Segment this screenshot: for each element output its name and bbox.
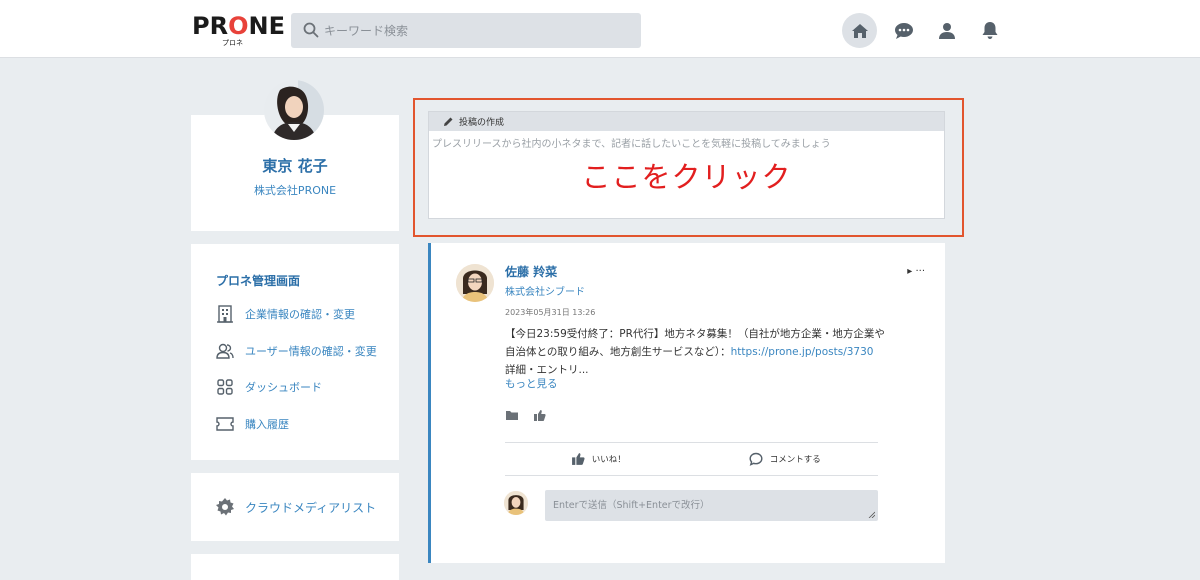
messages-button[interactable] xyxy=(886,13,921,48)
menu-item-dashboard[interactable]: ダッシュボード xyxy=(215,376,322,398)
avatar-image xyxy=(264,80,324,140)
post-author-company[interactable]: 株式会社シブード xyxy=(505,283,585,298)
profile-button[interactable] xyxy=(929,13,964,48)
post-more-menu[interactable]: ▸ ··· xyxy=(907,266,925,277)
cloud-media-list-card[interactable]: クラウドメディアリスト xyxy=(191,473,399,541)
post-author-avatar[interactable] xyxy=(456,264,494,302)
folder-icon[interactable] xyxy=(505,409,519,421)
users-icon xyxy=(215,341,235,361)
comment-input[interactable] xyxy=(545,490,878,521)
dashboard-icon xyxy=(215,377,235,397)
home-icon xyxy=(851,23,868,38)
divider xyxy=(505,475,878,476)
comment-button[interactable]: コメントする xyxy=(692,443,879,475)
post-body-line: 【今日23:59受付終了：PR代行】地方ネタ募集！（自社が地方企業・地方企業や xyxy=(505,328,885,340)
logo-subtext: プロネ xyxy=(222,39,243,47)
menu-item-label: 企業情報の確認・変更 xyxy=(245,308,355,321)
feed-post: 佐藤 羚菜 株式会社シブード ▸ ··· 2023年05月31日 13:26 【… xyxy=(428,243,945,563)
compose-header: 投稿の作成 xyxy=(429,112,944,131)
thumbs-up-icon[interactable] xyxy=(533,409,546,422)
like-button[interactable]: いいね！ xyxy=(505,443,692,475)
ticket-icon xyxy=(215,414,235,434)
profile-avatar[interactable] xyxy=(264,80,324,140)
pencil-icon xyxy=(444,117,453,126)
compose-header-label: 投稿の作成 xyxy=(459,118,505,128)
menu-item-label: ダッシュボード xyxy=(245,381,322,394)
search-bar[interactable] xyxy=(291,13,641,48)
post-date: 2023年05月31日 13:26 xyxy=(505,308,596,317)
admin-menu-card: プロネ管理画面 企業情報の確認・変更 ユーザー情報の確認・変更 ダッシュボード … xyxy=(191,244,399,460)
menu-item-purchase-history[interactable]: 購入履歴 xyxy=(215,413,289,435)
notifications-button[interactable] xyxy=(972,13,1007,48)
search-input[interactable] xyxy=(324,21,624,41)
menu-item-company-info[interactable]: 企業情報の確認・変更 xyxy=(215,303,355,325)
profile-name[interactable]: 東京 花子 xyxy=(191,155,399,176)
post-link[interactable]: https://prone.jp/posts/3730 xyxy=(731,346,874,358)
post-reaction-icons xyxy=(505,409,546,422)
post-body-line: 詳細・エントリ... xyxy=(505,364,589,376)
user-icon xyxy=(938,22,955,39)
avatar-image xyxy=(456,264,494,302)
admin-menu-title: プロネ管理画面 xyxy=(216,274,301,288)
menu-item-user-info[interactable]: ユーザー情報の確認・変更 xyxy=(215,340,377,362)
search-icon xyxy=(303,22,319,38)
profile-company[interactable]: 株式会社PRONE xyxy=(191,182,399,198)
comment-icon xyxy=(749,452,763,466)
building-icon xyxy=(215,304,235,324)
gear-icon xyxy=(215,497,235,517)
post-actions: いいね！ コメントする xyxy=(505,443,878,475)
bell-icon xyxy=(982,22,997,39)
avatar-image xyxy=(504,491,528,515)
menu-item-label: ユーザー情報の確認・変更 xyxy=(245,345,377,358)
prone-logo[interactable]: PRONE プロネ xyxy=(192,12,285,47)
menu-item-label: 購入履歴 xyxy=(245,418,289,431)
compose-post-box[interactable]: 投稿の作成 プレスリリースから社内の小ネタまで、記者に話したいことを気軽に投稿し… xyxy=(428,111,945,219)
comment-label: コメントする xyxy=(769,455,821,465)
click-here-callout: ここをクリック xyxy=(581,160,792,194)
thumbs-up-icon xyxy=(571,453,585,465)
home-button[interactable] xyxy=(842,13,877,48)
compose-placeholder[interactable]: プレスリリースから社内の小ネタまで、記者に話したいことを気軽に投稿してみましょう xyxy=(429,131,944,154)
commenter-avatar xyxy=(504,491,528,515)
post-author-name[interactable]: 佐藤 羚菜 xyxy=(505,263,557,280)
logo-text: PRONE xyxy=(192,12,285,40)
resize-handle-icon[interactable] xyxy=(868,511,875,518)
top-header: PRONE プロネ xyxy=(0,0,1200,58)
chat-icon xyxy=(894,22,913,39)
like-label: いいね！ xyxy=(591,455,626,465)
post-body-line: 自治体との取り組み、地方創生サービスなど）： xyxy=(505,346,731,358)
comment-field[interactable] xyxy=(545,490,878,521)
cloud-media-list-label: クラウドメディアリスト xyxy=(245,501,377,515)
post-body: 【今日23:59受付終了：PR代行】地方ネタ募集！（自社が地方企業・地方企業や … xyxy=(505,325,885,379)
read-more-link[interactable]: もっと見る xyxy=(505,376,558,391)
sidebar-extra-card xyxy=(191,554,399,580)
